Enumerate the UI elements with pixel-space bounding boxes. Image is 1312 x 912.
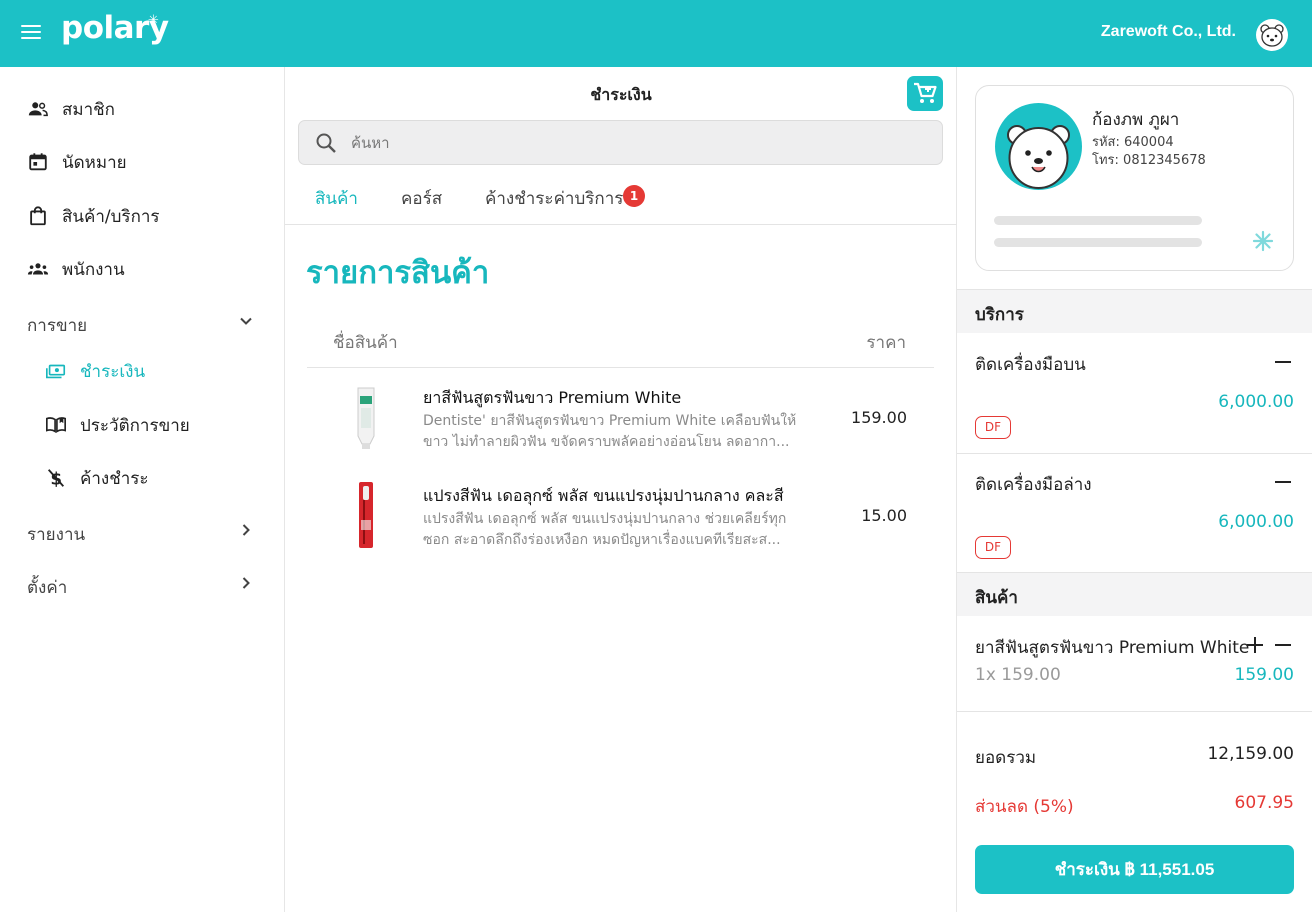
subtotal-label: ยอดรวม xyxy=(975,748,1037,768)
sidebar-group-label: รายงาน xyxy=(27,525,86,545)
chevron-right-icon xyxy=(242,577,250,589)
sidebar-item-label: สมาชิก xyxy=(62,99,115,120)
product-name: ยาสีฟันสูตรฟันขาว Premium White xyxy=(423,388,682,407)
cart-product-item: ยาสีฟันสูตรฟันขาว Premium White 1x 159.0… xyxy=(957,616,1312,711)
shopping-bag-icon xyxy=(30,206,46,226)
user-avatar[interactable] xyxy=(1256,19,1288,51)
product-row[interactable]: แปรงสีฟัน เดอลุกซ์ พลัส ขนแปรงนุ่มปานกลา… xyxy=(307,466,934,564)
calendar-icon xyxy=(29,153,47,171)
product-description: แปรงสีฟัน เดอลุกซ์ พลัส ขนแปรงนุ่มปานกลา… xyxy=(423,511,787,548)
sidebar-item-outstanding[interactable]: $ ค้างชำระ xyxy=(0,456,284,500)
product-image-toothbrush xyxy=(352,480,380,550)
column-header-name: ชื่อสินค้า xyxy=(333,333,398,353)
product-row[interactable]: ยาสีฟันสูตรฟันขาว Premium White Dentiste… xyxy=(307,368,934,466)
sidebar-item-appointments[interactable]: นัดหมาย xyxy=(0,140,284,184)
sidebar-group-label: การขาย xyxy=(27,316,88,336)
member-card[interactable]: ก้องภพ ภูผา รหัส: 640004 โทร: 0812345678 xyxy=(975,85,1294,271)
members-icon xyxy=(28,102,48,117)
company-name: Zarewoft Co., Ltd. xyxy=(1100,23,1236,40)
chevron-right-icon xyxy=(242,524,250,536)
tab-courses[interactable]: คอร์ส xyxy=(401,185,442,212)
minus-icon[interactable] xyxy=(1274,473,1292,491)
product-price: 159.00 xyxy=(851,408,907,427)
book-icon xyxy=(46,417,66,433)
product-quantity: 1x 159.00 xyxy=(975,665,1061,685)
cart-button[interactable] xyxy=(907,76,943,111)
sidebar-item-label: นัดหมาย xyxy=(62,152,127,173)
sidebar-item-sales-history[interactable]: ประวัติการขาย xyxy=(0,403,284,447)
sidebar-item-members[interactable]: สมาชิก xyxy=(0,87,284,131)
product-image-toothpaste xyxy=(352,382,380,452)
search-icon xyxy=(316,133,336,153)
discount-label: ส่วนลด (5%) xyxy=(975,797,1074,817)
divider xyxy=(957,711,1312,712)
placeholder-line xyxy=(994,216,1202,225)
tab-outstanding-services[interactable]: ค้างชำระค่าบริการ xyxy=(485,185,623,212)
sidebar-group-sales[interactable]: การขาย xyxy=(27,312,257,339)
section-title: รายการสินค้า xyxy=(306,255,490,291)
pay-button[interactable]: ชำระเงิน ฿ 11,551.05 xyxy=(975,845,1294,894)
df-badge: DF xyxy=(975,416,1011,439)
sidebar-item-label: ชำระเงิน xyxy=(80,361,146,382)
menu-icon[interactable] xyxy=(21,25,41,41)
service-name: ติดเครื่องมือล่าง xyxy=(975,475,1092,495)
member-phone: โทร: 0812345678 xyxy=(1092,153,1206,168)
sidebar-item-staff[interactable]: พนักงาน xyxy=(0,247,284,291)
logo-sparkle-icon: ✳ xyxy=(148,13,159,28)
df-badge: DF xyxy=(975,536,1011,559)
products-section-header: สินค้า xyxy=(957,572,1312,616)
tab-products[interactable]: สินค้า xyxy=(315,185,358,212)
sidebar-item-label: พนักงาน xyxy=(62,259,125,280)
service-name: ติดเครื่องมือบน xyxy=(975,355,1086,375)
column-header-price: ราคา xyxy=(866,333,906,353)
staff-icon xyxy=(27,263,49,275)
cart-icon xyxy=(914,82,937,103)
service-price: 6,000.00 xyxy=(1218,392,1294,412)
placeholder-line xyxy=(994,238,1202,247)
page-title: ชำระเงิน xyxy=(590,85,652,104)
no-money-icon: $ xyxy=(47,469,65,488)
sidebar-item-label: ประวัติการขาย xyxy=(80,415,190,436)
top-bar: polary ✳ Zarewoft Co., Ltd. xyxy=(0,0,1312,67)
section-label: สินค้า xyxy=(975,588,1018,608)
product-name: แปรงสีฟัน เดอลุกซ์ พลัส ขนแปรงนุ่มปานกลา… xyxy=(423,486,784,505)
chevron-down-icon xyxy=(240,317,252,325)
search-bar xyxy=(298,120,943,165)
search-input[interactable] xyxy=(351,130,921,156)
sidebar-group-label: ตั้งค่า xyxy=(27,578,68,598)
member-name: ก้องภพ ภูผา xyxy=(1092,110,1180,130)
cash-icon xyxy=(46,364,66,379)
sidebar-item-products[interactable]: สินค้า/บริการ xyxy=(0,194,284,238)
sidebar: สมาชิก นัดหมาย สินค้า/บริการ พนักงาน การ… xyxy=(0,67,285,912)
product-line-price: 159.00 xyxy=(1234,665,1294,685)
product-description: Dentiste' ยาสีฟันสูตรฟันขาว Premium Whit… xyxy=(423,413,797,450)
minus-icon[interactable] xyxy=(1274,636,1292,654)
sidebar-group-settings[interactable]: ตั้งค่า xyxy=(27,574,257,601)
service-price: 6,000.00 xyxy=(1218,512,1294,532)
product-panel: ชำระเงิน สินค้า คอร์ส ค้างชำระค่าบริการ … xyxy=(285,67,957,912)
sparkle-icon xyxy=(1252,230,1274,252)
sidebar-item-label: ค้างชำระ xyxy=(80,468,149,489)
notification-badge: 1 xyxy=(623,185,645,207)
cart-panel: ก้องภพ ภูผา รหัส: 640004 โทร: 0812345678… xyxy=(957,67,1312,912)
sidebar-group-reports[interactable]: รายงาน xyxy=(27,521,257,548)
plus-icon[interactable] xyxy=(1246,636,1264,654)
discount-value: 607.95 xyxy=(1234,793,1294,813)
tab-bar: สินค้า คอร์ส ค้างชำระค่าบริการ 1 xyxy=(285,171,957,225)
minus-icon[interactable] xyxy=(1274,353,1292,371)
product-name: ยาสีฟันสูตรฟันขาว Premium White xyxy=(975,638,1250,658)
subtotal-value: 12,159.00 xyxy=(1207,744,1294,764)
sidebar-item-checkout[interactable]: ชำระเงิน xyxy=(0,349,284,393)
services-section-header: บริการ xyxy=(957,289,1312,333)
cart-service-item: ติดเครื่องมือล่าง 6,000.00 DF xyxy=(957,453,1312,571)
section-label: บริการ xyxy=(975,305,1024,325)
sidebar-item-label: สินค้า/บริการ xyxy=(62,206,160,227)
cart-service-item: ติดเครื่องมือบน 6,000.00 DF xyxy=(957,333,1312,453)
member-avatar xyxy=(995,103,1082,190)
product-price: 15.00 xyxy=(861,506,907,525)
